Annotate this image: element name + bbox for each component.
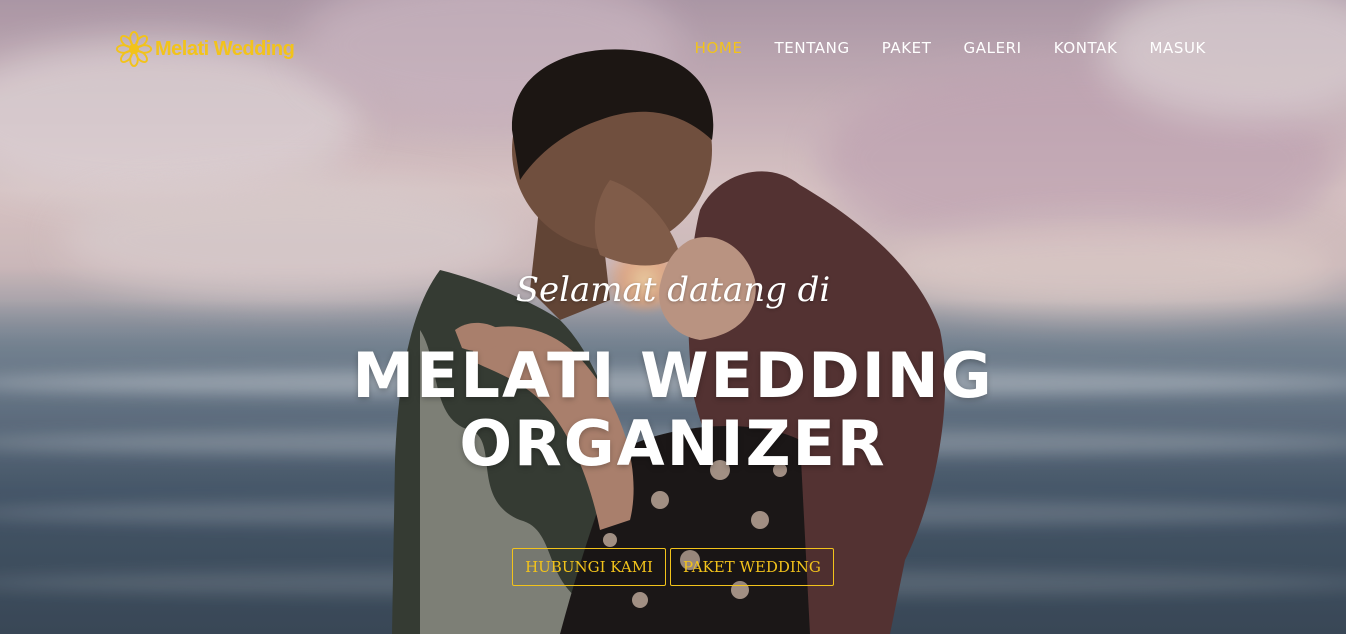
nav-item-tentang[interactable]: TENTANG — [759, 38, 866, 58]
nav-item-kontak[interactable]: KONTAK — [1038, 38, 1134, 58]
contact-us-button[interactable]: HUBUNGI KAMI — [512, 548, 666, 586]
wedding-package-button[interactable]: PAKET WEDDING — [669, 548, 834, 586]
brand-logo-link[interactable]: Melati Wedding — [115, 30, 295, 68]
nav-item-galeri[interactable]: GALERI — [948, 38, 1038, 58]
hero-text: Selamat datang di MELATI WEDDING ORGANIZ… — [0, 262, 1346, 478]
hero-section: Melati Wedding HOME TENTANG PAKET GALERI… — [0, 0, 1346, 634]
nav-item-home[interactable]: HOME — [679, 38, 759, 58]
nav-item-masuk[interactable]: MASUK — [1133, 38, 1222, 58]
nav-item-paket[interactable]: PAKET — [866, 38, 948, 58]
navbar: Melati Wedding HOME TENTANG PAKET GALERI… — [0, 0, 1346, 96]
hero-headline: MELATI WEDDING ORGANIZER — [352, 339, 994, 480]
brand-name: Melati Wedding — [155, 37, 295, 60]
hero-tagline: Selamat datang di — [515, 270, 831, 310]
flower-icon — [115, 30, 153, 68]
main-nav: HOME TENTANG PAKET GALERI KONTAK MASUK — [679, 38, 1222, 58]
hero-buttons: HUBUNGI KAMI PAKET WEDDING — [0, 548, 1346, 586]
